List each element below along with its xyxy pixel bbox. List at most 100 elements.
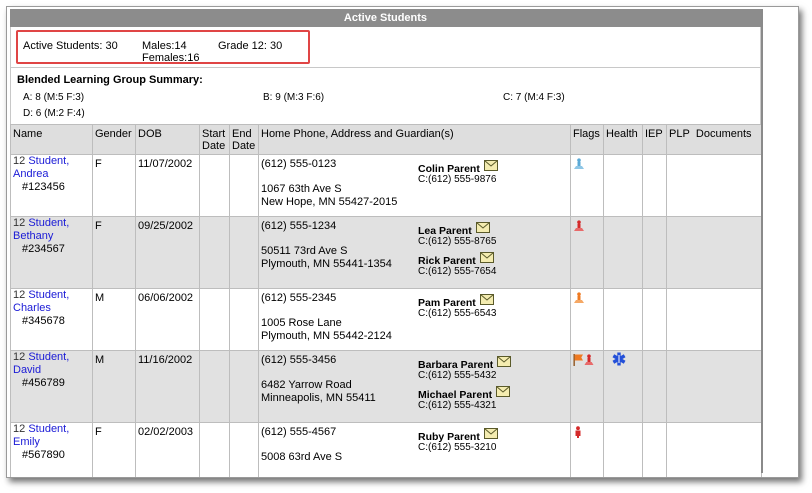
- plp-documents-cell: [666, 154, 762, 217]
- student-number: #567890: [22, 449, 65, 461]
- student-counts: Active Students: 30 Males:14 Females:16 …: [10, 27, 761, 67]
- health-cell: [603, 350, 643, 423]
- guardian-phone: C:(612) 555-4321: [418, 400, 497, 411]
- col-iep[interactable]: IEP: [642, 124, 667, 155]
- person-flag-icon[interactable]: [573, 220, 585, 232]
- envelope-icon[interactable]: [497, 356, 512, 367]
- flags-cell: [570, 288, 604, 351]
- health-cell: [603, 288, 643, 351]
- guardian-list: Colin Parent C:(612) 555-9876: [418, 160, 568, 190]
- dob-cell: 02/02/2003: [135, 422, 200, 477]
- student-link[interactable]: Andrea: [13, 168, 48, 180]
- gender-cell: M: [92, 350, 136, 423]
- end-date-cell: [229, 288, 259, 351]
- address-cell: (612) 555-1234 50511 73rd Ave S Plymouth,…: [258, 216, 571, 289]
- medical-star-icon[interactable]: [612, 352, 626, 366]
- envelope-icon[interactable]: [475, 222, 490, 233]
- guardian-list: Ruby Parent C:(612) 555-3210: [418, 428, 568, 458]
- end-date-cell: [229, 422, 259, 477]
- envelope-icon[interactable]: [479, 252, 494, 263]
- guardian: Rick Parent C:(612) 555-7654: [418, 252, 568, 278]
- col-health[interactable]: Health: [603, 124, 643, 155]
- start-date-cell: [199, 288, 230, 351]
- guardian: Barbara Parent C:(612) 555-5432: [418, 356, 568, 382]
- student-link[interactable]: Charles: [13, 302, 51, 314]
- guardian: Lea Parent C:(612) 555-8765: [418, 222, 568, 248]
- name-cell: 12 Student, Andrea #123456: [10, 154, 93, 217]
- end-date-cell: [229, 350, 259, 423]
- col-flags[interactable]: Flags: [570, 124, 604, 155]
- guardian: Pam Parent C:(612) 555-6543: [418, 294, 568, 320]
- flags-cell: [570, 350, 604, 423]
- person-flag-icon[interactable]: [573, 158, 585, 170]
- flags-cell: [570, 154, 604, 217]
- envelope-icon[interactable]: [483, 160, 498, 171]
- gender-cell: F: [92, 422, 136, 477]
- females-count: Females:16: [142, 52, 200, 64]
- student-link[interactable]: Bethany: [13, 230, 53, 242]
- iep-cell: [642, 350, 667, 423]
- student-link[interactable]: Student,: [28, 351, 69, 363]
- col-gender[interactable]: Gender: [92, 124, 136, 155]
- grade-level: 12: [13, 289, 26, 301]
- envelope-icon[interactable]: [479, 294, 494, 305]
- student-link[interactable]: Student,: [28, 155, 69, 167]
- address-cell: (612) 555-3456 6482 Yarrow Road Minneapol…: [258, 350, 571, 423]
- name-cell: 12 Student, Emily #567890: [10, 422, 93, 477]
- student-number: #123456: [22, 181, 65, 193]
- dob-cell: 06/06/2002: [135, 288, 200, 351]
- group-b: B: 9 (M:3 F:6): [263, 92, 325, 103]
- guardian: Colin Parent C:(612) 555-9876: [418, 160, 568, 186]
- report-title: Active Students: [10, 9, 761, 27]
- student-link[interactable]: Student,: [28, 423, 69, 435]
- student-link[interactable]: Student,: [28, 217, 69, 229]
- envelope-icon[interactable]: [483, 428, 498, 439]
- student-link[interactable]: Emily: [13, 436, 40, 448]
- guardian-name: Rick Parent: [418, 255, 476, 267]
- col-plp[interactable]: PLP: [669, 128, 690, 140]
- plp-documents-cell: [666, 422, 762, 477]
- active-students-report: Active Students Active Students: 30 Male…: [6, 6, 799, 478]
- grade-level: 12: [13, 351, 26, 363]
- guardian-phone: C:(612) 555-7654: [418, 266, 497, 277]
- iep-cell: [642, 422, 667, 477]
- guardian: Ruby Parent C:(612) 555-3210: [418, 428, 568, 454]
- person-flag-icon[interactable]: [573, 292, 585, 304]
- guardian-name: Michael Parent: [418, 389, 493, 401]
- col-start-date[interactable]: Start Date: [199, 124, 230, 155]
- col-dob[interactable]: DOB: [135, 124, 200, 155]
- student-number: #345678: [22, 315, 65, 327]
- col-name[interactable]: Name: [10, 124, 93, 155]
- plp-documents-cell: [666, 216, 762, 289]
- address-cell: (612) 555-0123 1067 63th Ave S New Hope, …: [258, 154, 571, 217]
- address-cell: (612) 555-2345 1005 Rose Lane Plymouth, M…: [258, 288, 571, 351]
- person-flag-icon[interactable]: [573, 426, 583, 438]
- guardian-name: Lea Parent: [418, 225, 472, 237]
- group-c: C: 7 (M:4 F:3): [503, 92, 565, 103]
- summary-title: Blended Learning Group Summary:: [17, 74, 203, 86]
- guardian-phone: C:(612) 555-8765: [418, 236, 497, 247]
- active-count: Active Students: 30: [23, 40, 118, 52]
- group-a: A: 8 (M:5 F:3): [23, 92, 85, 103]
- guardian-phone: C:(612) 555-5432: [418, 370, 497, 381]
- blended-learning-summary: Blended Learning Group Summary: A: 8 (M:…: [10, 67, 761, 124]
- table-row: 12 Student, Charles #345678 M 06/06/2002…: [10, 288, 762, 351]
- vertical-scrollbar[interactable]: [761, 9, 763, 473]
- dob-cell: 11/07/2002: [135, 154, 200, 217]
- envelope-icon[interactable]: [496, 386, 511, 397]
- col-address[interactable]: Home Phone, Address and Guardian(s): [258, 124, 571, 155]
- dob-cell: 09/25/2002: [135, 216, 200, 289]
- name-cell: 12 Student, David #456789: [10, 350, 93, 423]
- start-date-cell: [199, 216, 230, 289]
- col-end-date[interactable]: End Date: [229, 124, 259, 155]
- group-d: D: 6 (M:2 F:4): [23, 108, 85, 119]
- grade-level: 12: [13, 217, 26, 229]
- student-link[interactable]: Student,: [28, 289, 69, 301]
- end-date-cell: [229, 154, 259, 217]
- flag-and-person-icon[interactable]: [573, 354, 595, 366]
- guardian-name: Barbara Parent: [418, 359, 494, 371]
- grade-count: Grade 12: 30: [218, 40, 283, 52]
- student-link[interactable]: David: [13, 364, 41, 376]
- col-documents[interactable]: Documents: [696, 128, 752, 140]
- iep-cell: [642, 288, 667, 351]
